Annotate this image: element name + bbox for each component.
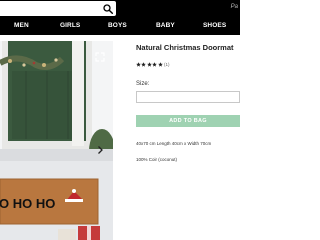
size-select[interactable] <box>136 91 240 103</box>
doormat-text: O HO HO <box>0 196 55 211</box>
top-bar: Pa <box>0 0 240 18</box>
top-right-link[interactable]: Pa <box>231 4 238 10</box>
category-nav: MEN GIRLS BOYS BABY SHOES <box>0 18 240 35</box>
star-icon <box>152 62 157 67</box>
nav-item-men[interactable]: MEN <box>14 22 29 29</box>
product-dimensions: 40x70 cm Length 40cm x Width 70cm <box>136 141 212 146</box>
size-label: Size: <box>136 81 150 87</box>
review-count[interactable]: (1) <box>164 62 170 67</box>
search-input[interactable] <box>0 1 116 16</box>
star-icon <box>136 62 141 67</box>
nav-item-baby[interactable]: BABY <box>156 22 175 29</box>
expand-icon[interactable] <box>95 52 105 62</box>
doormat-photo: O HO HO <box>0 41 113 240</box>
star-icon <box>146 62 152 67</box>
product-material: 100% Coir (coconut) <box>136 157 178 162</box>
nav-item-shoes[interactable]: SHOES <box>203 22 226 29</box>
product-rating[interactable]: (1) <box>136 62 169 67</box>
search-icon[interactable] <box>103 4 113 14</box>
add-to-bag-button[interactable]: ADD TO BAG <box>136 115 240 127</box>
star-icon <box>157 62 163 67</box>
nav-item-boys[interactable]: BOYS <box>108 22 127 29</box>
product-image[interactable]: O HO HO <box>0 41 113 240</box>
star-icon <box>141 62 147 67</box>
nav-item-girls[interactable]: GIRLS <box>60 22 80 29</box>
product-title: Natural Christmas Doormat <box>136 43 234 52</box>
chevron-right-icon[interactable] <box>95 145 105 155</box>
